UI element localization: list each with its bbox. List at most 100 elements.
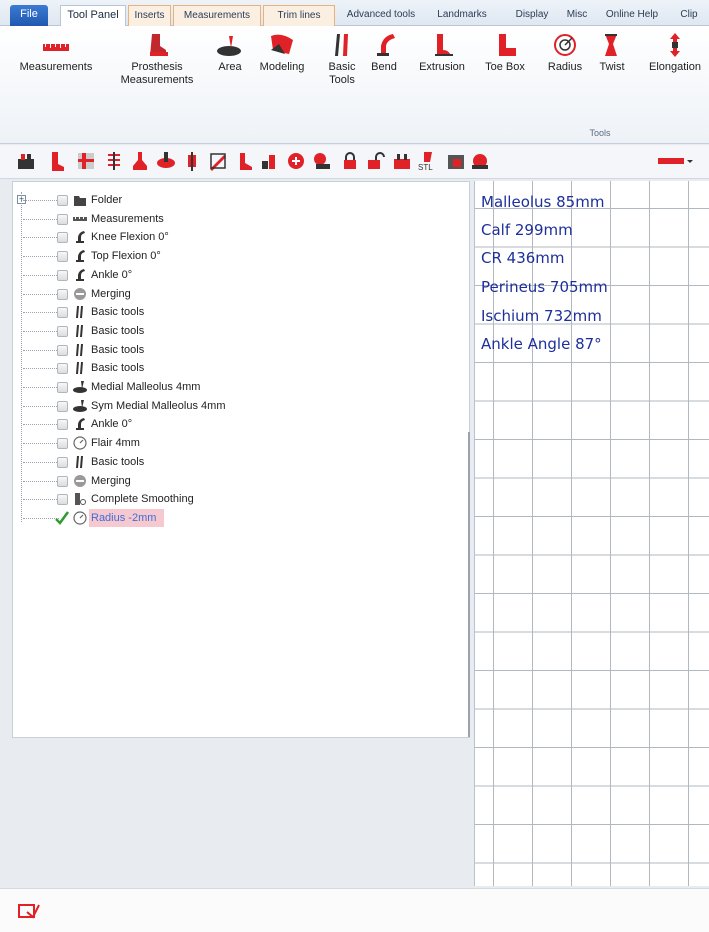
tree-item[interactable]: Basic tools xyxy=(13,322,453,340)
ribbon-tools-group: Measurements Prosthesis Measurements Are… xyxy=(0,26,709,144)
tree-item[interactable]: Complete Smoothing xyxy=(13,490,453,508)
tree-item-checkbox[interactable] xyxy=(57,456,68,468)
tree-item-checkbox[interactable] xyxy=(57,213,68,225)
toolbar-tool-icon[interactable] xyxy=(236,151,256,171)
tab-landmarks[interactable]: Landmarks xyxy=(430,5,494,26)
smoothing-icon xyxy=(73,492,87,506)
toolbar-tool-icon[interactable] xyxy=(312,151,332,171)
tree-item-checkbox[interactable] xyxy=(57,400,68,412)
tree-item[interactable]: Merging xyxy=(13,472,453,490)
tree-item[interactable]: Basic tools xyxy=(13,303,453,321)
toolbar-tool-icon[interactable] xyxy=(286,151,306,171)
toolbar-tool-icon[interactable] xyxy=(130,151,150,171)
tree-item[interactable]: Top Flexion 0° xyxy=(13,247,453,265)
basic-tools-button[interactable]: Basic Tools xyxy=(322,32,362,87)
toolbar-tool-icon[interactable] xyxy=(392,151,412,171)
measurement-dropdown-icon[interactable] xyxy=(656,151,696,171)
measurements-sheet: Malleolus 85mm Calf 299mm CR 436mm Perin… xyxy=(474,181,709,886)
tree-item-checkbox[interactable] xyxy=(57,363,68,375)
tree-item-label: Complete Smoothing xyxy=(91,493,194,506)
tree-item-label: Top Flexion 0° xyxy=(91,250,161,263)
tree-item-checkbox[interactable] xyxy=(57,475,68,487)
tree-item-checkbox[interactable] xyxy=(57,288,68,300)
radius-button[interactable]: Radius xyxy=(544,32,586,74)
tree-item-checkbox[interactable] xyxy=(57,419,68,431)
tree-item-checkbox[interactable] xyxy=(57,325,68,337)
tab-misc[interactable]: Misc xyxy=(562,5,592,26)
toolbar-tool-icon[interactable] xyxy=(104,151,124,171)
history-tree-panel: + Folder Measurements Knee Flexion 0° Top Fl… xyxy=(12,181,470,738)
tree-item[interactable]: Sym Medial Malleolus 4mm xyxy=(13,397,453,415)
toolbar-tool-icon[interactable] xyxy=(182,151,202,171)
toolbar-tool-icon[interactable] xyxy=(46,151,66,171)
elongation-button-label: Elongation xyxy=(649,61,701,73)
quick-toolbar: STL xyxy=(0,145,709,179)
tree-item[interactable]: Basic tools xyxy=(13,453,453,471)
measurement-ankle-angle: Ankle Angle 87° xyxy=(481,335,602,353)
tree-item[interactable]: Knee Flexion 0° xyxy=(13,228,453,246)
elongation-button[interactable]: Elongation xyxy=(644,32,706,74)
toe-box-button[interactable]: Toe Box xyxy=(482,32,528,74)
measurement-perineus: Perineus 705mm xyxy=(481,278,608,296)
tab-measurements[interactable]: Measurements xyxy=(173,5,261,26)
tree-item-checkbox[interactable] xyxy=(57,195,68,206)
tree-scrollbar[interactable] xyxy=(468,432,470,737)
prosthesis-measurements-button[interactable]: Prosthesis Measurements xyxy=(118,32,196,87)
tree-item[interactable]: Basic tools xyxy=(13,359,453,377)
tab-clip[interactable]: Clip xyxy=(674,5,704,26)
tree-item-label: Ankle 0° xyxy=(91,418,133,431)
toolbar-tool-icon[interactable] xyxy=(156,151,176,171)
tab-inserts[interactable]: Inserts xyxy=(128,5,171,26)
tree-item-checkbox[interactable] xyxy=(57,232,68,244)
measurements-button[interactable]: Measurements xyxy=(12,32,100,74)
tree-item[interactable]: Merging xyxy=(13,285,453,303)
tree-item[interactable]: Ankle 0° xyxy=(13,415,453,433)
tree-item[interactable]: Radius -2mm xyxy=(13,508,453,527)
folder-icon xyxy=(73,193,87,207)
tree-item[interactable]: Flair 4mm xyxy=(13,434,453,452)
stl-label: STL xyxy=(418,163,433,171)
tab-trim-lines[interactable]: Trim lines xyxy=(263,5,335,26)
toolbar-tool-icon[interactable] xyxy=(208,151,228,171)
exit-icon[interactable] xyxy=(18,903,40,924)
measurement-ischium: Ischium 732mm xyxy=(481,307,602,325)
toolbar-tool-icon[interactable] xyxy=(16,151,36,171)
tree-connector xyxy=(23,480,59,482)
tree-item-checkbox[interactable] xyxy=(57,251,68,263)
toolbar-tool-icon[interactable] xyxy=(446,151,466,171)
tree-connector xyxy=(23,237,59,239)
tree-item-checkbox[interactable] xyxy=(57,307,68,319)
area-button[interactable]: Area xyxy=(212,32,248,74)
toolbar-tool-icon[interactable] xyxy=(470,151,490,171)
modeling-button[interactable]: Modeling xyxy=(252,32,312,74)
area-icon xyxy=(73,380,87,394)
toolbar-tool-icon[interactable] xyxy=(260,151,280,171)
tree-item-label: Medial Malleolus 4mm xyxy=(91,381,201,393)
lock-icon[interactable] xyxy=(340,151,360,171)
tab-online-help[interactable]: Online Help xyxy=(600,5,664,26)
tree-item-checkbox[interactable] xyxy=(57,269,68,281)
extrusion-button[interactable]: Extrusion xyxy=(414,32,470,74)
tab-file[interactable]: File xyxy=(10,5,48,26)
tree-item[interactable]: Basic tools xyxy=(13,341,453,359)
tree-item-checkbox[interactable] xyxy=(57,382,68,393)
tree-item-checkbox[interactable] xyxy=(57,344,68,356)
checkmark-icon[interactable] xyxy=(55,511,70,525)
menu-tab-bar: File Tool Panel Inserts Measurements Tri… xyxy=(0,0,709,26)
bend-button[interactable]: Bend xyxy=(366,32,402,74)
stl-export-icon[interactable]: STL xyxy=(418,151,438,172)
tree-item[interactable]: Medial Malleolus 4mm xyxy=(13,378,453,396)
twist-button[interactable]: Twist xyxy=(592,32,632,74)
tab-tool-panel[interactable]: Tool Panel xyxy=(60,5,126,26)
tree-item[interactable]: Measurements xyxy=(13,210,453,228)
tree-item-checkbox[interactable] xyxy=(57,438,68,450)
tree-item[interactable]: + Folder xyxy=(13,191,453,209)
toolbar-tool-icon[interactable] xyxy=(76,151,96,171)
tree-item[interactable]: Ankle 0° xyxy=(13,266,453,284)
tree-item-checkbox[interactable] xyxy=(57,494,68,506)
tab-advanced-tools[interactable]: Advanced tools xyxy=(340,5,422,26)
bend-button-label: Bend xyxy=(371,61,397,73)
ribbon-group-label: Tools xyxy=(589,128,611,138)
tab-display[interactable]: Display xyxy=(510,5,554,26)
unlock-icon[interactable] xyxy=(366,151,386,171)
